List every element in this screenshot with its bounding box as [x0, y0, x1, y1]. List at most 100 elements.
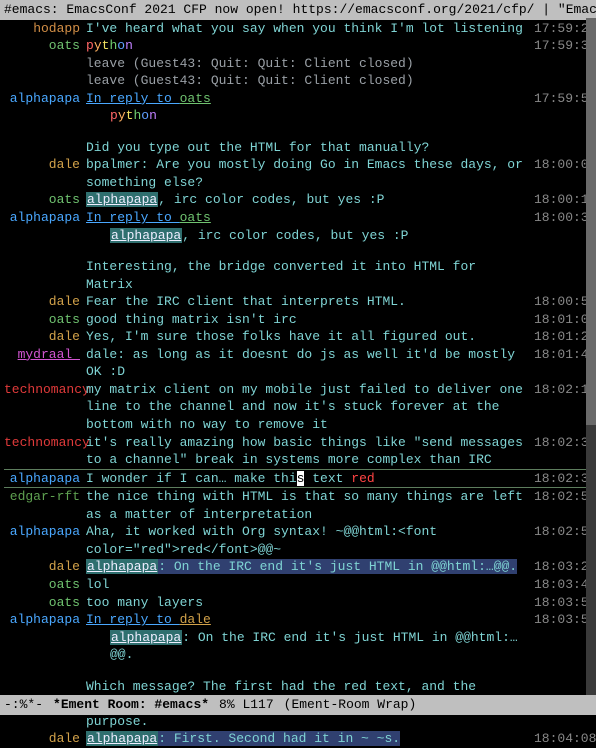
- message-text: good thing matrix isn't irc: [86, 311, 534, 329]
- reply-prefix: In reply to: [86, 612, 180, 627]
- message-text: python: [86, 37, 534, 55]
- nick-edgar-rft: edgar-rft: [4, 488, 86, 506]
- message-text: lol: [86, 576, 534, 594]
- timestamp: 18:02:55: [534, 488, 592, 506]
- window-titlebar: #emacs: EmacsConf 2021 CFP now open! htt…: [0, 0, 596, 20]
- modeline-position: 8% L117: [219, 696, 274, 714]
- scrollbar-thumb[interactable]: [586, 18, 596, 425]
- rainbow-text: python: [110, 108, 157, 123]
- timestamp: 18:03:52: [534, 594, 592, 612]
- timestamp: 18:03:46: [534, 576, 592, 594]
- timestamp: 17:59:58: [534, 90, 592, 108]
- message-row: alphapapa Aha, it worked with Org syntax…: [4, 523, 592, 558]
- timestamp: 18:02:35: [534, 470, 592, 488]
- message-row: dale alphapapa: On the IRC end it's just…: [4, 558, 592, 576]
- reply-target-link[interactable]: oats: [180, 210, 211, 225]
- timestamp: 17:59:31: [534, 37, 592, 55]
- timestamp: 18:03:59: [534, 611, 592, 629]
- nick-oats: oats: [4, 311, 86, 329]
- modeline-status: -:%*-: [4, 696, 43, 714]
- timestamp: 18:01:05: [534, 311, 592, 329]
- nick-dale: dale: [4, 558, 86, 576]
- message-text: alphapapa: On the IRC end it's just HTML…: [86, 558, 534, 576]
- message-text: the nice thing with HTML is that so many…: [86, 488, 534, 523]
- timestamp: 18:02:35: [534, 434, 592, 452]
- leave-message: leave (Guest43: Quit: Quit: Client close…: [86, 72, 534, 90]
- message-text: Yes, I'm sure those folks have it all fi…: [86, 328, 534, 346]
- nick-alphapapa: alphapapa: [4, 470, 86, 488]
- message-row: Did you type out the HTML for that manua…: [4, 139, 592, 157]
- leave-message: leave (Guest43: Quit: Quit: Client close…: [86, 55, 534, 73]
- message-row: oats too many layers 18:03:52: [4, 594, 592, 612]
- message-text: Did you type out the HTML for that manua…: [86, 139, 534, 157]
- message-row: dale alphapapa: First. Second had it in …: [4, 730, 592, 748]
- message-row: oats python 17:59:31: [4, 37, 592, 55]
- mention-highlight: alphapapa: [86, 559, 158, 574]
- nick-alphapapa: alphapapa: [4, 523, 86, 541]
- message-row: mydraal_ dale: as long as it doesnt do j…: [4, 346, 592, 381]
- nick-oats: oats: [4, 594, 86, 612]
- nick-technomancy: technomancy: [4, 381, 86, 399]
- nick-dale: dale: [4, 328, 86, 346]
- message-text: dale: as long as it doesnt do js as well…: [86, 346, 534, 381]
- nick-hodapp: hodapp: [4, 20, 86, 38]
- timestamp: 18:03:29: [534, 558, 592, 576]
- reply-prefix: In reply to: [86, 91, 180, 106]
- mention-highlight: alphapapa: [86, 731, 158, 746]
- system-row: leave (Guest43: Quit: Quit: Client close…: [4, 55, 592, 73]
- message-text: In reply to oats: [86, 90, 534, 108]
- colored-word: red: [351, 471, 374, 486]
- timestamp: 18:01:21: [534, 328, 592, 346]
- message-text: bpalmer: Are you mostly doing Go in Emac…: [86, 156, 534, 191]
- message-row: alphapapa In reply to oats 17:59:58: [4, 90, 592, 108]
- message-text: Fear the IRC client that interprets HTML…: [86, 293, 534, 311]
- message-row: oats lol 18:03:46: [4, 576, 592, 594]
- message-text: alphapapa: First. Second had it in ~ ~s.: [86, 730, 534, 748]
- message-row: oats alphapapa, irc color codes, but yes…: [4, 191, 592, 209]
- message-text: Interesting, the bridge converted it int…: [86, 258, 534, 293]
- message-text: it's really amazing how basic things lik…: [86, 434, 534, 469]
- modeline: -:%*- *Ement Room: #emacs* 8% L117 (Emen…: [0, 695, 596, 715]
- message-row: dale Fear the IRC client that interprets…: [4, 293, 592, 311]
- message-row: edgar-rft the nice thing with HTML is th…: [4, 488, 592, 523]
- reply-prefix: In reply to: [86, 210, 180, 225]
- message-row: oats good thing matrix isn't irc 18:01:0…: [4, 311, 592, 329]
- rainbow-text: python: [86, 38, 133, 53]
- message-row: Interesting, the bridge converted it int…: [4, 258, 592, 293]
- nick-dale: dale: [4, 293, 86, 311]
- nick-mydraal: mydraal_: [4, 346, 86, 364]
- message-row: alphapapa In reply to oats 18:00:35: [4, 209, 592, 227]
- message-row: dale bpalmer: Are you mostly doing Go in…: [4, 156, 592, 191]
- timestamp: 18:01:44: [534, 346, 592, 364]
- timestamp: 18:02:57: [534, 523, 592, 541]
- timestamp: 18:00:35: [534, 209, 592, 227]
- nick-dale: dale: [4, 156, 86, 174]
- system-row: leave (Guest43: Quit: Quit: Client close…: [4, 72, 592, 90]
- reply-target-link[interactable]: dale: [180, 612, 211, 627]
- message-row: alphapapa In reply to dale 18:03:59: [4, 611, 592, 629]
- chat-buffer[interactable]: hodapp I've heard what you say when you …: [0, 20, 596, 748]
- timestamp: 18:02:18: [534, 381, 592, 399]
- message-text: alphapapa, irc color codes, but yes :P: [86, 191, 534, 209]
- nick-oats: oats: [4, 37, 86, 55]
- nick-dale: dale: [4, 730, 86, 748]
- nick-oats: oats: [4, 576, 86, 594]
- message-row: dale Yes, I'm sure those folks have it a…: [4, 328, 592, 346]
- timestamp: 18:00:09: [534, 156, 592, 174]
- mention-highlight: alphapapa: [86, 192, 158, 207]
- reply-target-link[interactable]: oats: [180, 91, 211, 106]
- timestamp: 18:00:50: [534, 293, 592, 311]
- scrollbar[interactable]: [586, 18, 596, 697]
- message-text: my matrix client on my mobile just faile…: [86, 381, 534, 434]
- message-row: technomancy my matrix client on my mobil…: [4, 381, 592, 434]
- timestamp: 18:00:19: [534, 191, 592, 209]
- nick-alphapapa: alphapapa: [4, 90, 86, 108]
- message-text: Aha, it worked with Org syntax! ~@@html:…: [86, 523, 534, 558]
- nick-technomancy: technomancy: [4, 434, 86, 452]
- timestamp: 18:04:08: [534, 730, 592, 748]
- nick-alphapapa: alphapapa: [4, 611, 86, 629]
- modeline-buffer-name: *Ement Room: #emacs*: [53, 696, 209, 714]
- message-text: too many layers: [86, 594, 534, 612]
- modeline-mode: (Ement-Room Wrap): [284, 696, 417, 714]
- message-row: technomancy it's really amazing how basi…: [4, 434, 592, 469]
